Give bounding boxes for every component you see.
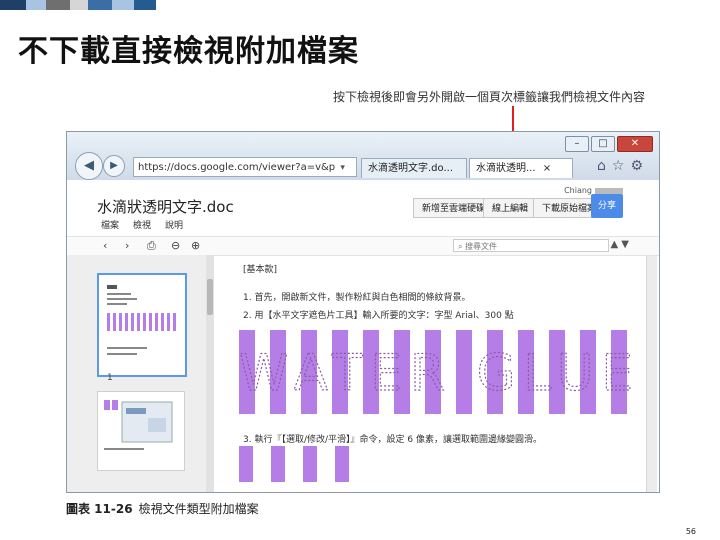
thumb-stripe	[137, 313, 140, 331]
thumb-stripe	[125, 313, 128, 331]
thumb-stripe	[173, 313, 176, 331]
home-icon[interactable]: ⌂	[597, 158, 612, 174]
document-scrollbar[interactable]	[646, 256, 657, 492]
next-page-icon[interactable]: ›	[125, 239, 129, 252]
address-url: https://docs.google.com/viewer?a=v&p	[138, 162, 336, 173]
thumb-stripe	[119, 313, 122, 331]
document-name: 水滴狀透明文字.doc	[97, 198, 234, 216]
back-button[interactable]: ◀	[75, 152, 103, 180]
callout-text: 按下檢視後即會另外開啟一個頁次標籤讓我們檢視文件內容	[333, 90, 646, 104]
caption-text: 檢視文件類型附加檔案	[138, 502, 259, 516]
search-placeholder: 搜尋文件	[465, 242, 498, 251]
decorative-top-strip	[0, 0, 720, 10]
forward-button[interactable]: ▶	[103, 155, 125, 177]
thumb-stripe	[143, 313, 146, 331]
star-icon[interactable]: ☆	[612, 158, 631, 174]
thumbnail-panel: 1	[67, 255, 214, 492]
tab-first[interactable]: 水滴透明文字.do...	[361, 158, 467, 178]
thumb-stripe	[167, 313, 170, 331]
doc-step-1: 1. 首先，開啟新文件，製作粉紅與白色相間的條紋背景。	[243, 293, 471, 303]
document-page: [基本款] 1. 首先，開啟新文件，製作粉紅與白色相間的條紋背景。 2. 用【水…	[227, 256, 637, 492]
thumb-stripe	[131, 313, 134, 331]
viewer-toolbar: ‹ › ⎙ ⊖ ⊕ ⌕ 搜尋文件 ▲ ▼	[67, 236, 659, 256]
thumb-stripe	[149, 313, 152, 331]
search-icon: ⌕	[458, 242, 463, 251]
viewer-menu-bar: 檔案 檢視 說明	[101, 218, 183, 231]
figure-caption: 圖表 11-26 檢視文件類型附加檔案	[66, 500, 259, 517]
tab-first-label: 水滴透明文字.do...	[368, 163, 454, 174]
slide-title: 不下載直接檢視附加檔案	[18, 34, 359, 69]
thumb-stripe	[155, 313, 158, 331]
minimize-button[interactable]: –	[565, 136, 589, 152]
menu-help[interactable]: 說明	[165, 218, 183, 231]
menu-file[interactable]: 檔案	[101, 218, 119, 231]
page-thumbnail-2-preview	[104, 400, 173, 450]
page-thumbnail-1-preview	[107, 285, 176, 355]
browser-toolbar-icons: ⌂☆⚙	[597, 158, 649, 174]
edit-online-button[interactable]: 線上編輯	[483, 198, 538, 218]
page-thumbnail-1[interactable]	[97, 273, 187, 377]
doc-step-3: 3. 執行『【選取/修改/平滑】』命令，設定 6 像素，讓選取範圍邊緣變圓滑。	[243, 435, 542, 445]
print-icon[interactable]: ⎙	[147, 239, 156, 253]
browser-screenshot: – □ ✕ ◀ ▶ https://docs.google.com/viewer…	[66, 131, 660, 493]
close-window-button[interactable]: ✕	[617, 136, 653, 152]
water-glue-image-partial	[239, 446, 349, 482]
prev-page-icon[interactable]: ‹	[103, 239, 107, 252]
user-name: Chiang	[564, 186, 592, 195]
slide-page-number: 56	[685, 527, 696, 536]
thumbnail-page-number: 1	[107, 373, 113, 383]
address-bar[interactable]: https://docs.google.com/viewer?a=v&p ▾ 🔒…	[133, 157, 357, 193]
gear-icon[interactable]: ⚙	[630, 158, 649, 174]
doc-step-2: 2. 用【水平文字遮色片工具】輸入所要的文字：字型 Arial、300 點	[243, 311, 514, 321]
thumb-stripe	[161, 313, 164, 331]
water-glue-text: WATER GLUE	[239, 344, 641, 402]
zoom-out-icon[interactable]: ⊖	[171, 239, 180, 252]
add-to-drive-button[interactable]: 新增至雲端硬碟	[413, 198, 495, 218]
tab-close-icon[interactable]: ×	[543, 163, 551, 174]
google-viewer-app: Chiang 水滴狀透明文字.doc 檔案 檢視 說明 新增至雲端硬碟 線上編輯…	[67, 180, 659, 492]
browser-chrome: – □ ✕ ◀ ▶ https://docs.google.com/viewer…	[67, 132, 659, 193]
maximize-button[interactable]: □	[591, 136, 615, 152]
thumbnail-scroll-thumb[interactable]	[207, 279, 213, 315]
page-thumbnail-2[interactable]	[97, 391, 185, 471]
menu-view[interactable]: 檢視	[133, 218, 151, 231]
water-glue-image: WATER GLUE	[238, 330, 641, 414]
doc-heading: [基本款]	[243, 265, 278, 275]
share-button[interactable]: 分享	[591, 194, 623, 218]
document-search-input[interactable]: ⌕ 搜尋文件	[453, 239, 609, 252]
thumbnail-scrollbar[interactable]	[206, 255, 214, 492]
zoom-in-icon[interactable]: ⊕	[191, 239, 200, 252]
tab-viewer[interactable]: 水滴狀透明... ×	[469, 158, 573, 178]
thumb-stripe	[107, 313, 110, 331]
caption-label: 圖表 11-26	[66, 502, 133, 516]
tab-viewer-label: 水滴狀透明...	[476, 163, 536, 174]
thumb-stripe	[113, 313, 116, 331]
search-arrows-icon[interactable]: ▲ ▼	[610, 239, 629, 250]
window-controls: – □ ✕	[565, 136, 653, 152]
user-email-redacted	[595, 187, 623, 194]
